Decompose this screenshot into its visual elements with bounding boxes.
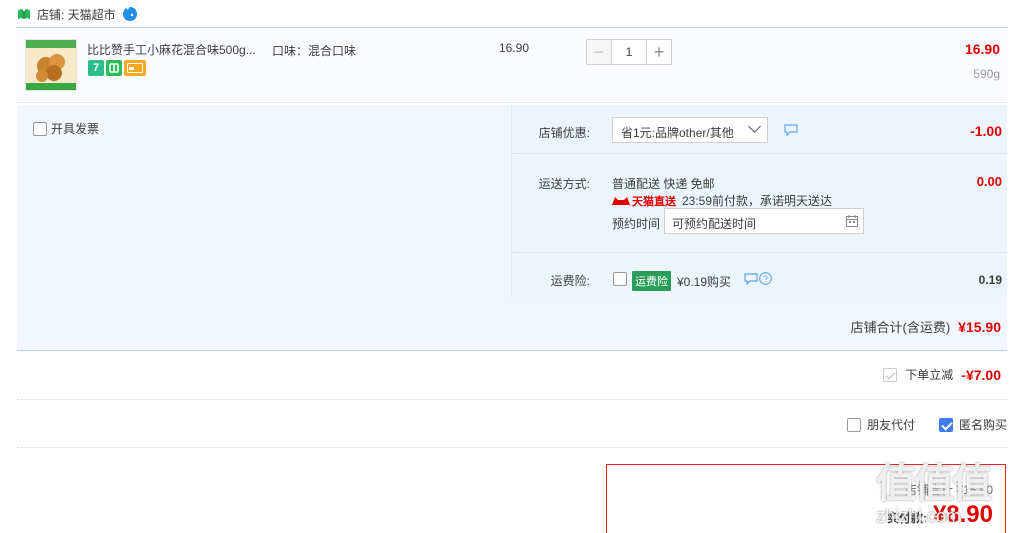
shop-discount-selected: 省1元:品牌other/其他	[621, 126, 734, 140]
product-sku: 口味：混合口味	[272, 44, 357, 58]
shipping-row: 运送方式: 普通配送 快递 免邮 天猫直送 23:59前付款，承诺明天送达 预约…	[512, 154, 1008, 253]
service-badges: 7	[88, 60, 146, 76]
shop-logo-icon	[18, 9, 30, 19]
help-icon[interactable]: ?	[759, 272, 772, 285]
shop-header: 店铺: 天猫超市	[17, 4, 138, 24]
insurance-badge: 运费险	[632, 271, 671, 291]
payment-options-row: 朋友代付 匿名购买	[17, 402, 1007, 448]
chevron-down-icon	[748, 120, 761, 133]
watermark-logo: 值值值	[876, 462, 992, 506]
schedule-delivery-input[interactable]: 可预约配送时间	[664, 208, 864, 234]
insurance-label: 运费险:	[550, 274, 590, 288]
shipping-amount: 0.00	[976, 174, 1002, 189]
order-options-block: 开具发票 店铺优惠: 省1元:品牌other/其他 -1.00 运送方式: 普通…	[17, 105, 1008, 351]
tmall-direct-info: 天猫直送 23:59前付款，承诺明天送达	[612, 192, 832, 209]
shop-name-link[interactable]: 店铺: 天猫超市	[37, 6, 116, 23]
product-image-icon	[26, 40, 76, 90]
item-subtotal: 16.90	[964, 41, 1000, 57]
seven-day-return-icon: 7	[88, 60, 104, 76]
item-weight: 590g	[973, 67, 1000, 81]
svg-text:?: ?	[763, 274, 768, 284]
delivery-promise: 23:59前付款，承诺明天送达	[682, 194, 833, 208]
insurance-amount: 0.19	[978, 273, 1002, 287]
insurance-checkbox[interactable]	[613, 272, 627, 286]
shop-discount-row: 店铺优惠: 省1元:品牌other/其他 -1.00	[512, 105, 1008, 154]
comment-icon[interactable]	[744, 273, 758, 285]
guarantee-icon	[106, 60, 122, 76]
shop-options-panel: 店铺优惠: 省1元:品牌other/其他 -1.00 运送方式: 普通配送 快递…	[511, 105, 1008, 297]
anonymous-checkbox[interactable]	[938, 417, 953, 432]
instant-discount-label: 下单立减	[905, 368, 954, 382]
shop-discount-label: 店铺优惠:	[538, 126, 590, 140]
schedule-label: 预约时间	[612, 217, 661, 231]
shipping-label: 运送方式:	[538, 177, 590, 191]
unit-price: 16.90	[499, 41, 530, 55]
shop-total: 店铺合计(含运费) ¥15.90	[851, 317, 1002, 336]
invoice-label: 开具发票	[51, 122, 100, 136]
credit-card-icon	[124, 60, 146, 76]
instant-discount-value: -¥7.00	[961, 366, 1001, 383]
friend-pay-label[interactable]: 朋友代付	[867, 416, 915, 433]
calendar-icon	[846, 215, 858, 227]
shop-discount-amount: -1.00	[970, 123, 1002, 139]
instant-discount-row: 下单立减 -¥7.00	[17, 352, 1007, 400]
insurance-row: 运费险: 运费险 ¥0.19购买 ? 0.19	[512, 253, 1008, 297]
shop-total-value: ¥15.90	[958, 318, 1001, 335]
quantity-stepper: − +	[586, 39, 672, 65]
product-title-link[interactable]: 比比赞手工小麻花混合味500g...	[87, 41, 256, 58]
insurance-price: ¥0.19购买	[677, 275, 732, 289]
shop-total-label: 店铺合计(含运费)	[850, 320, 951, 335]
product-thumbnail[interactable]	[25, 39, 77, 91]
invoice-option[interactable]: 开具发票	[33, 120, 99, 137]
invoice-checkbox[interactable]	[33, 121, 47, 136]
shipping-method: 普通配送 快递 免邮	[612, 177, 715, 191]
instant-discount-checkbox	[883, 367, 898, 382]
quantity-input[interactable]	[612, 39, 646, 65]
schedule-placeholder: 可预约配送时间	[672, 217, 757, 231]
friend-pay-checkbox[interactable]	[846, 417, 861, 432]
watermark-url: zhizhi.com	[876, 506, 962, 526]
anonymous-label[interactable]: 匿名购买	[959, 416, 1007, 433]
tmall-direct-brand: 天猫直送	[612, 193, 676, 209]
quantity-decrease-button[interactable]: −	[586, 39, 612, 65]
wangwang-chat-icon[interactable]	[122, 6, 138, 22]
comment-icon[interactable]	[784, 124, 798, 136]
cart-item-row: 比比赞手工小麻花混合味500g... 7 口味：混合口味 16.90 − + 1…	[17, 27, 1007, 103]
shop-discount-select[interactable]: 省1元:品牌other/其他	[612, 117, 768, 143]
tmall-cat-icon	[612, 196, 630, 205]
quantity-increase-button[interactable]: +	[646, 39, 672, 65]
